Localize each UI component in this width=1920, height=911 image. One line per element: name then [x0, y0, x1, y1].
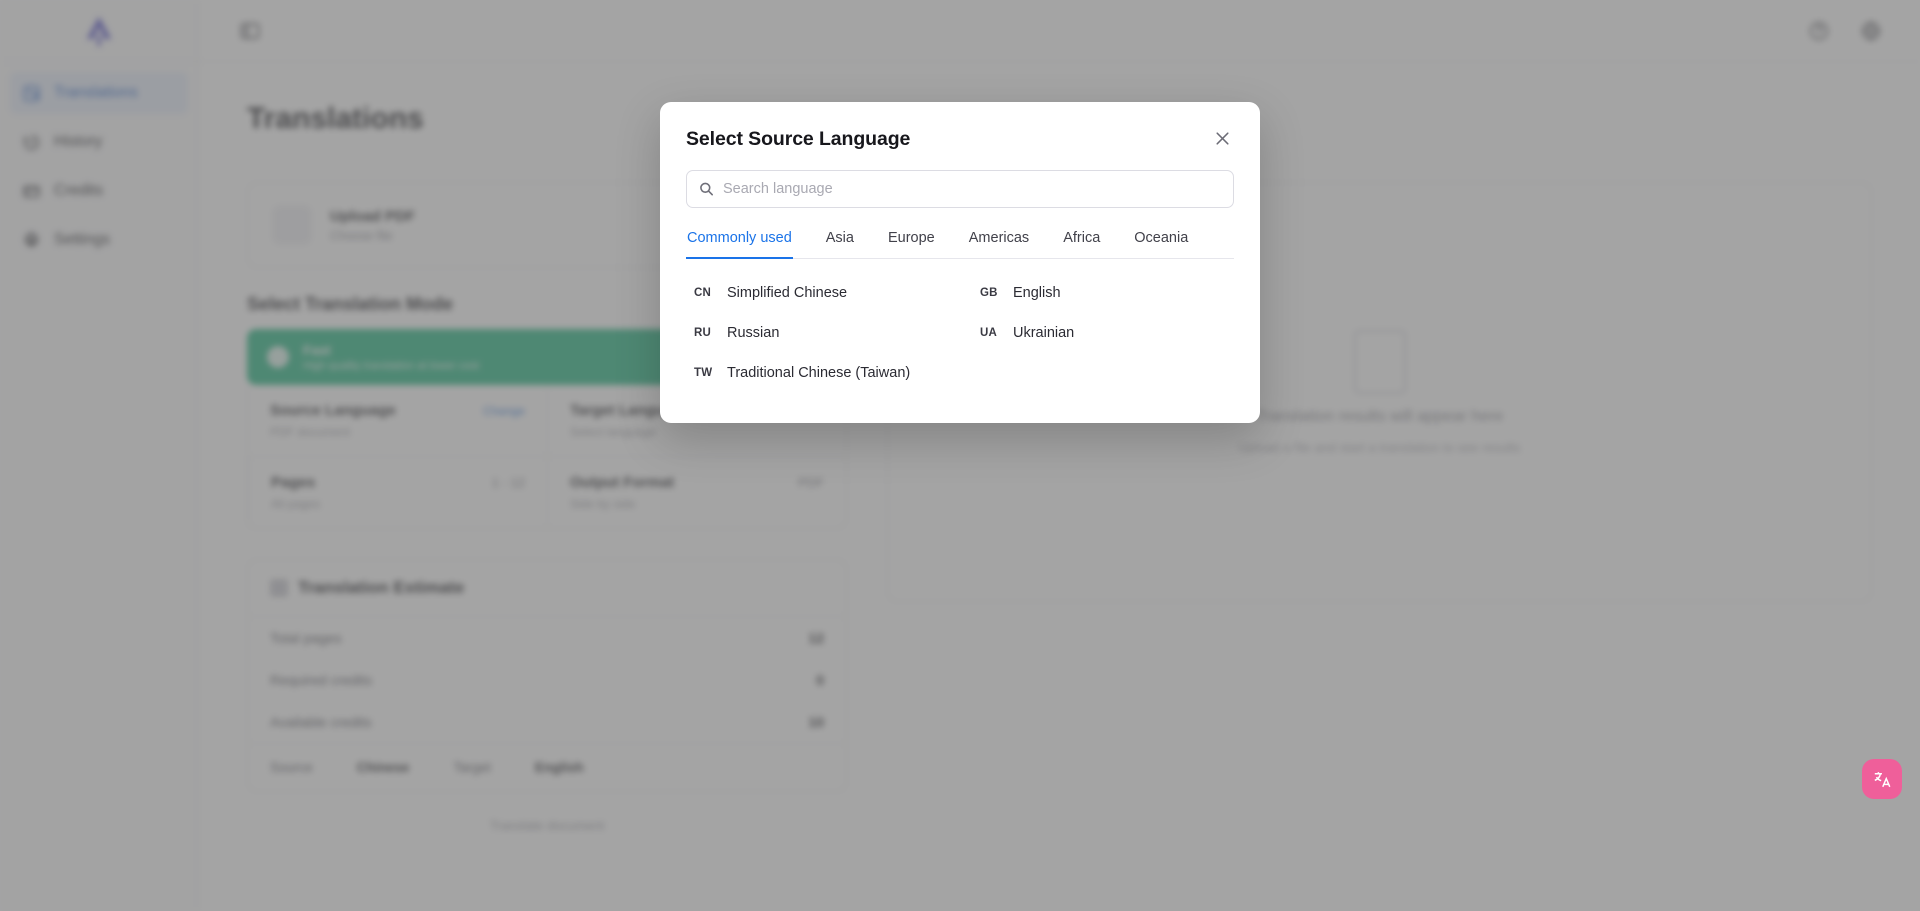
search-field-wrapper: [686, 170, 1234, 208]
country-code-badge: TW: [694, 367, 716, 379]
tab-oceania[interactable]: Oceania: [1133, 230, 1189, 259]
country-code-badge: RU: [694, 327, 716, 339]
language-option-ua[interactable]: UA Ukrainian: [972, 313, 1234, 353]
tab-africa[interactable]: Africa: [1062, 230, 1101, 259]
language-label: Russian: [727, 325, 779, 341]
country-code-badge: UA: [980, 327, 1002, 339]
language-label: Simplified Chinese: [727, 285, 847, 301]
language-label: English: [1013, 285, 1061, 301]
close-icon: [1214, 130, 1231, 147]
search-icon: [699, 182, 714, 197]
language-option-ru[interactable]: RU Russian: [686, 313, 948, 353]
language-option-tw[interactable]: TW Traditional Chinese (Taiwan): [686, 353, 948, 393]
country-code-badge: CN: [694, 287, 716, 299]
translate-floating-button[interactable]: [1862, 759, 1902, 799]
modal-header: Select Source Language: [686, 128, 1234, 151]
language-label: Ukrainian: [1013, 325, 1074, 341]
search-input[interactable]: [686, 170, 1234, 208]
tab-americas[interactable]: Americas: [968, 230, 1030, 259]
select-source-language-modal: Select Source Language Commonly used Asi…: [660, 102, 1260, 423]
language-option-cn[interactable]: CN Simplified Chinese: [686, 273, 948, 313]
translate-floating-icon: [1872, 769, 1893, 790]
close-button[interactable]: [1210, 126, 1234, 150]
country-code-badge: GB: [980, 287, 1002, 299]
language-option-gb[interactable]: GB English: [972, 273, 1234, 313]
language-list: CN Simplified Chinese GB English RU Russ…: [686, 273, 1234, 393]
tab-asia[interactable]: Asia: [825, 230, 855, 259]
tab-europe[interactable]: Europe: [887, 230, 936, 259]
language-label: Traditional Chinese (Taiwan): [727, 365, 910, 381]
region-tabs: Commonly used Asia Europe Americas Afric…: [686, 230, 1234, 259]
tab-commonly-used[interactable]: Commonly used: [686, 230, 793, 259]
modal-title: Select Source Language: [686, 128, 910, 151]
